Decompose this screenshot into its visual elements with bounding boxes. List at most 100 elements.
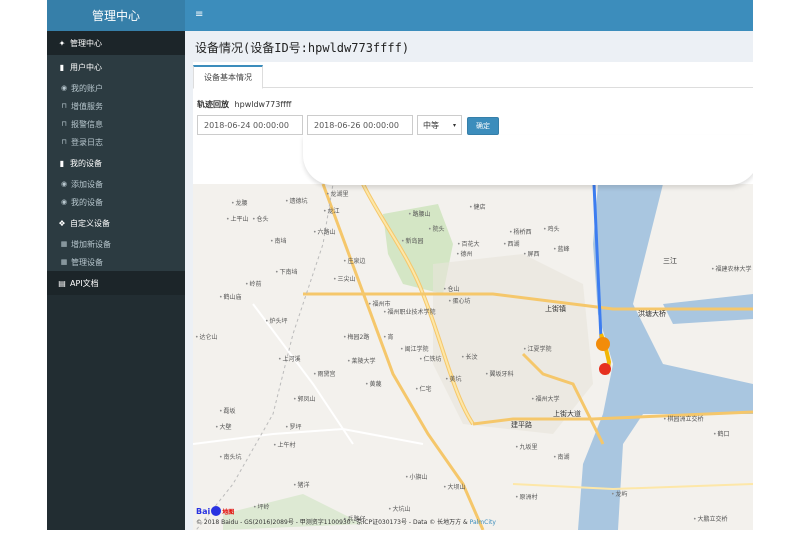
baidu-logo[interactable]: Bai 地图 — [196, 506, 234, 516]
map-label: 罗坪 — [285, 422, 302, 431]
hamburger-icon[interactable]: ≡ — [195, 9, 203, 21]
top-navbar: ≡ — [185, 0, 753, 31]
sidebar-item-label: 管理设备 — [71, 257, 103, 267]
user-circle-icon: ◉ — [60, 180, 68, 188]
sidebar-item-my-device[interactable]: ◉ 我的设备 — [47, 193, 185, 211]
date-picker-popover — [303, 135, 753, 185]
map-label: 洪塘大桥 — [638, 310, 666, 318]
cube-icon: ❖ — [58, 218, 66, 228]
user-circle-icon: ◉ — [60, 198, 68, 206]
map-label: 六路山 — [313, 227, 336, 236]
sidebar-item-alerts[interactable]: ⊓ 报警信息 — [47, 115, 185, 133]
sidebar-item-home[interactable]: ✦ 管理中心 — [47, 31, 185, 55]
map-label: 郭凤山 — [293, 394, 316, 403]
user-circle-icon: ◉ — [60, 84, 68, 92]
map-label: 闽江学院 — [400, 344, 429, 353]
baidu-logo-text: Bai — [196, 506, 211, 516]
map-label: 福建农林大学 — [711, 264, 752, 273]
track-label-title: 轨迹回放 — [197, 100, 229, 109]
map-attribution: © 2018 Baidu - GS(2016)2089号 - 甲测资字11009… — [196, 517, 496, 526]
sidebar-group-user-center[interactable]: ▮ 用户中心 — [47, 55, 185, 79]
speed-select[interactable]: 中等 ▾ — [417, 115, 462, 135]
sidebar-item-add-device[interactable]: ◉ 添加设备 — [47, 175, 185, 193]
map-label: 南垱 — [270, 236, 287, 245]
main-content: 设备情况(设备ID号:hpwldw773ffff) 设备基本情况 轨迹回放 hp… — [185, 31, 753, 530]
palmcity-link[interactable]: PalmCity — [470, 519, 496, 526]
lock-icon: ⊓ — [61, 120, 67, 128]
map-label: 杨桥西 — [509, 227, 532, 236]
sidebar-item-login-log[interactable]: ⊓ 登录日志 — [47, 133, 185, 151]
start-date-input[interactable]: 2018-06-24 00:00:00 — [197, 115, 303, 135]
map-label: 达仑山 — [195, 332, 218, 341]
baidu-logo-text2: 地图 — [222, 508, 235, 516]
map-label: 大壁 — [215, 422, 232, 431]
sidebar-group-custom-devices[interactable]: ❖ 自定义设备 — [47, 211, 185, 235]
sidebar-group-label: 用户中心 — [70, 62, 102, 72]
table-icon: ▦ — [60, 240, 68, 248]
sidebar-item-value-added[interactable]: ⊓ 增值服务 — [47, 97, 185, 115]
map-label: 蛋心坊 — [448, 296, 471, 305]
map-label: 美坑 — [445, 374, 462, 383]
map-label: 大坑山 — [388, 504, 411, 513]
app-root: 管理中心 ✦ 管理中心 ▮ 用户中心 ◉ 我的账户 ⊓ 增值服务 ⊓ 报警信息 … — [47, 0, 753, 530]
tab-device-basic-info[interactable]: 设备基本情况 — [193, 65, 263, 89]
map-label: 屏西 — [523, 249, 540, 258]
map-label: 鹤口 — [713, 429, 730, 438]
table-icon: ▦ — [60, 258, 68, 266]
dashboard-icon: ✦ — [58, 38, 66, 48]
baidu-map[interactable]: 龙腰 龙湖里 上平山 仓头 遗德坑 龙江 路腰山 健店 院头 六路山 南垱 新岛… — [193, 184, 753, 530]
sidebar-item-my-account[interactable]: ◉ 我的账户 — [47, 79, 185, 97]
page-title: 设备情况(设备ID号:hpwldw773ffff) — [195, 41, 410, 55]
track-device-id: hpwldw773ffff — [234, 100, 292, 109]
sidebar-group-label: 我的设备 — [70, 158, 102, 168]
map-label: 龙腰 — [231, 198, 248, 207]
map-label: 大坝山 — [443, 482, 466, 491]
map-label: 下南垱 — [275, 267, 298, 276]
end-date-input[interactable]: 2018-06-26 00:00:00 — [307, 115, 413, 135]
map-label: 上街镇 — [545, 305, 566, 313]
map-label: 上河溪 — [278, 354, 301, 363]
sidebar: 管理中心 ✦ 管理中心 ▮ 用户中心 ◉ 我的账户 ⊓ 增值服务 ⊓ 报警信息 … — [47, 0, 185, 530]
confirm-button[interactable]: 确定 — [467, 117, 499, 135]
map-label: 炉头坪 — [265, 316, 288, 325]
sidebar-item-label: API文档 — [70, 278, 99, 288]
map-label: 仁铁坊 — [419, 354, 442, 363]
map-label: 上午村 — [273, 440, 296, 449]
map-label: 磊坂 — [219, 406, 236, 415]
map-label: 遗德坑 — [285, 196, 308, 205]
map-label: 猪洋 — [293, 480, 310, 489]
sidebar-group-my-devices[interactable]: ▮ 我的设备 — [47, 151, 185, 175]
map-label: 德州 — [456, 249, 473, 258]
attribution-text: © 2018 Baidu - GS(2016)2089号 - 甲测资字11009… — [196, 519, 468, 526]
map-label: 新岛园 — [401, 236, 424, 245]
sidebar-group-label: 自定义设备 — [70, 218, 110, 228]
map-label: 南湖 — [553, 452, 570, 461]
sidebar-item-add-new-device[interactable]: ▦ 增加新设备 — [47, 235, 185, 253]
map-label: 九坂里 — [515, 442, 538, 451]
map-label: 宵 — [383, 332, 394, 341]
map-label: 龙屿 — [611, 489, 628, 498]
sidebar-item-label: 添加设备 — [71, 179, 103, 189]
map-label: 黄蔑 — [365, 379, 382, 388]
map-label: 路腰山 — [408, 209, 431, 218]
map-label: 三江 — [663, 257, 677, 265]
lock-icon: ⊓ — [61, 102, 67, 110]
users-icon: ▮ — [59, 158, 65, 168]
map-label: 棋园洲立交桥 — [663, 414, 704, 423]
map-label: 坪岭 — [253, 502, 270, 511]
app-logo[interactable]: 管理中心 — [47, 0, 185, 31]
map-label: 健店 — [469, 202, 486, 211]
select-arrow-icon: ▾ — [452, 121, 456, 129]
map-label: 小旗山 — [405, 472, 428, 481]
sidebar-item-manage-devices[interactable]: ▦ 管理设备 — [47, 253, 185, 271]
map-label: 庄泉边 — [343, 256, 366, 265]
map-label: 建平路 — [511, 421, 532, 429]
map-label: 上平山 — [226, 214, 249, 223]
sidebar-item-label: 我的账户 — [71, 83, 103, 93]
map-label: 西湖 — [503, 239, 520, 248]
map-label: 梅园2路 — [343, 332, 370, 341]
sidebar-item-api-docs[interactable]: ▤ API文档 — [47, 271, 185, 295]
document-icon: ▤ — [58, 278, 66, 288]
map-label: 百花大 — [457, 239, 480, 248]
map-label: 龙湖里 — [326, 189, 349, 198]
